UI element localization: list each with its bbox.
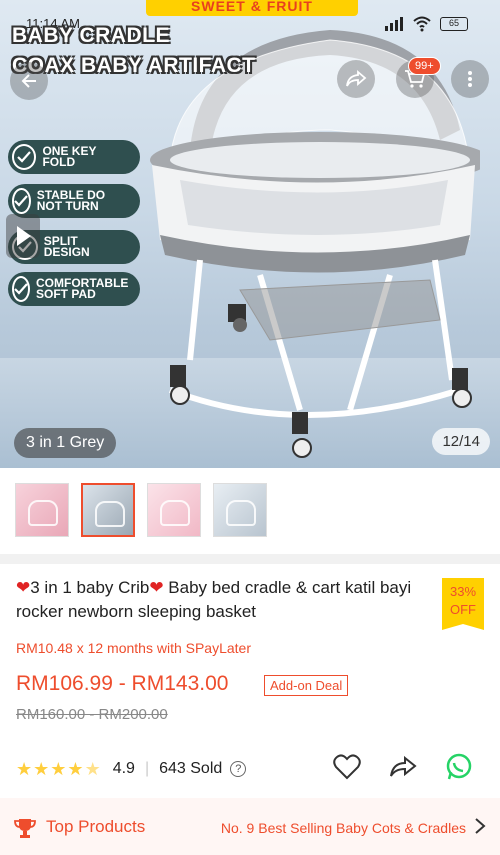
discount-label: OFF xyxy=(450,602,476,617)
discount-badge: 33% OFF xyxy=(442,578,484,630)
feature-label: SPLIT DESIGN xyxy=(43,234,90,259)
status-icons: 65 xyxy=(384,16,468,32)
rating-stars: ★ ★ ★ ★ ★ xyxy=(16,759,101,780)
trophy-icon xyxy=(14,819,36,838)
cart-count-badge: 99+ xyxy=(408,57,441,75)
play-video-icon[interactable] xyxy=(6,214,40,258)
variant-thumbnail-selected[interactable] xyxy=(81,483,135,537)
section-divider xyxy=(0,554,500,564)
addon-deal-tag[interactable]: Add-on Deal xyxy=(264,675,349,696)
more-options-button[interactable] xyxy=(451,60,489,98)
chevron-right-icon xyxy=(475,818,486,834)
wifi-icon xyxy=(413,16,431,32)
whatsapp-button[interactable] xyxy=(444,752,474,782)
top-products-bar[interactable]: Top Products No. 9 Best Selling Baby Cot… xyxy=(0,798,500,855)
checkmark-icon xyxy=(12,144,37,170)
variant-thumbnail[interactable] xyxy=(147,483,201,537)
product-image-carousel[interactable]: SWEET & FRUIT 11:14 AM 65 BABY CRADLE CO… xyxy=(0,0,500,468)
variant-thumbnail[interactable] xyxy=(15,483,69,537)
battery-icon: 65 xyxy=(440,17,468,31)
top-products-label: Top Products xyxy=(46,817,146,836)
hero-title-line2: COAX BABY ARTIFACT xyxy=(12,54,256,77)
share-product-button[interactable] xyxy=(388,752,418,782)
product-title-main: 3 in 1 baby Crib xyxy=(30,578,150,597)
variant-thumbnail[interactable] xyxy=(213,483,267,537)
variant-label: 3 in 1 Grey xyxy=(14,428,117,458)
checkmark-icon xyxy=(12,188,31,214)
star-icon: ★ xyxy=(33,758,50,779)
product-title: ❤3 in 1 baby Crib❤ Baby bed cradle & car… xyxy=(16,576,428,624)
star-half-icon: ★ xyxy=(84,758,101,779)
signal-icon xyxy=(385,17,403,31)
sold-count: 643 Sold xyxy=(159,760,223,777)
heart-emoji-icon: ❤ xyxy=(149,578,164,597)
top-products-rank: No. 9 Best Selling Baby Cots & Cradles xyxy=(220,820,466,836)
variant-thumbnails xyxy=(0,468,500,554)
heart-outline-icon xyxy=(333,754,361,780)
star-icon: ★ xyxy=(67,758,84,779)
price-range: RM106.99 - RM143.00 xyxy=(16,672,229,695)
more-vertical-icon xyxy=(468,71,472,87)
product-actions xyxy=(332,752,474,782)
heart-emoji-icon: ❤ xyxy=(16,578,31,597)
image-page-indicator: 12/14 xyxy=(432,428,490,455)
share-button[interactable] xyxy=(337,60,375,98)
discount-percent: 33% xyxy=(449,584,477,599)
checkmark-icon xyxy=(12,276,30,302)
help-icon[interactable]: ? xyxy=(230,761,247,777)
favorite-button[interactable] xyxy=(332,752,362,782)
feature-label: ONE KEY FOLD xyxy=(42,144,97,169)
whatsapp-icon xyxy=(446,753,472,780)
feature-badge: STABLE DO NOT TURN xyxy=(8,184,140,218)
arrow-left-icon xyxy=(21,74,36,88)
feature-label: STABLE DO NOT TURN xyxy=(36,188,106,213)
hero-title-line1: BABY CRADLE xyxy=(12,24,170,47)
star-icon: ★ xyxy=(50,758,67,779)
installment-info[interactable]: RM10.48 x 12 months with SPayLater xyxy=(16,640,251,656)
share-arrow-icon xyxy=(390,755,417,777)
rating-value: 4.9 xyxy=(112,760,135,777)
rating-separator: | xyxy=(144,760,150,777)
feature-label: COMFORTABLE SOFT PAD xyxy=(36,276,129,301)
feature-badge: COMFORTABLE SOFT PAD xyxy=(8,272,140,306)
share-icon xyxy=(346,70,367,87)
original-price: RM160.00 - RM200.00 xyxy=(16,706,168,723)
star-icon: ★ xyxy=(16,758,33,779)
back-button[interactable] xyxy=(10,62,48,100)
feature-badge: ONE KEY FOLD xyxy=(8,140,140,174)
